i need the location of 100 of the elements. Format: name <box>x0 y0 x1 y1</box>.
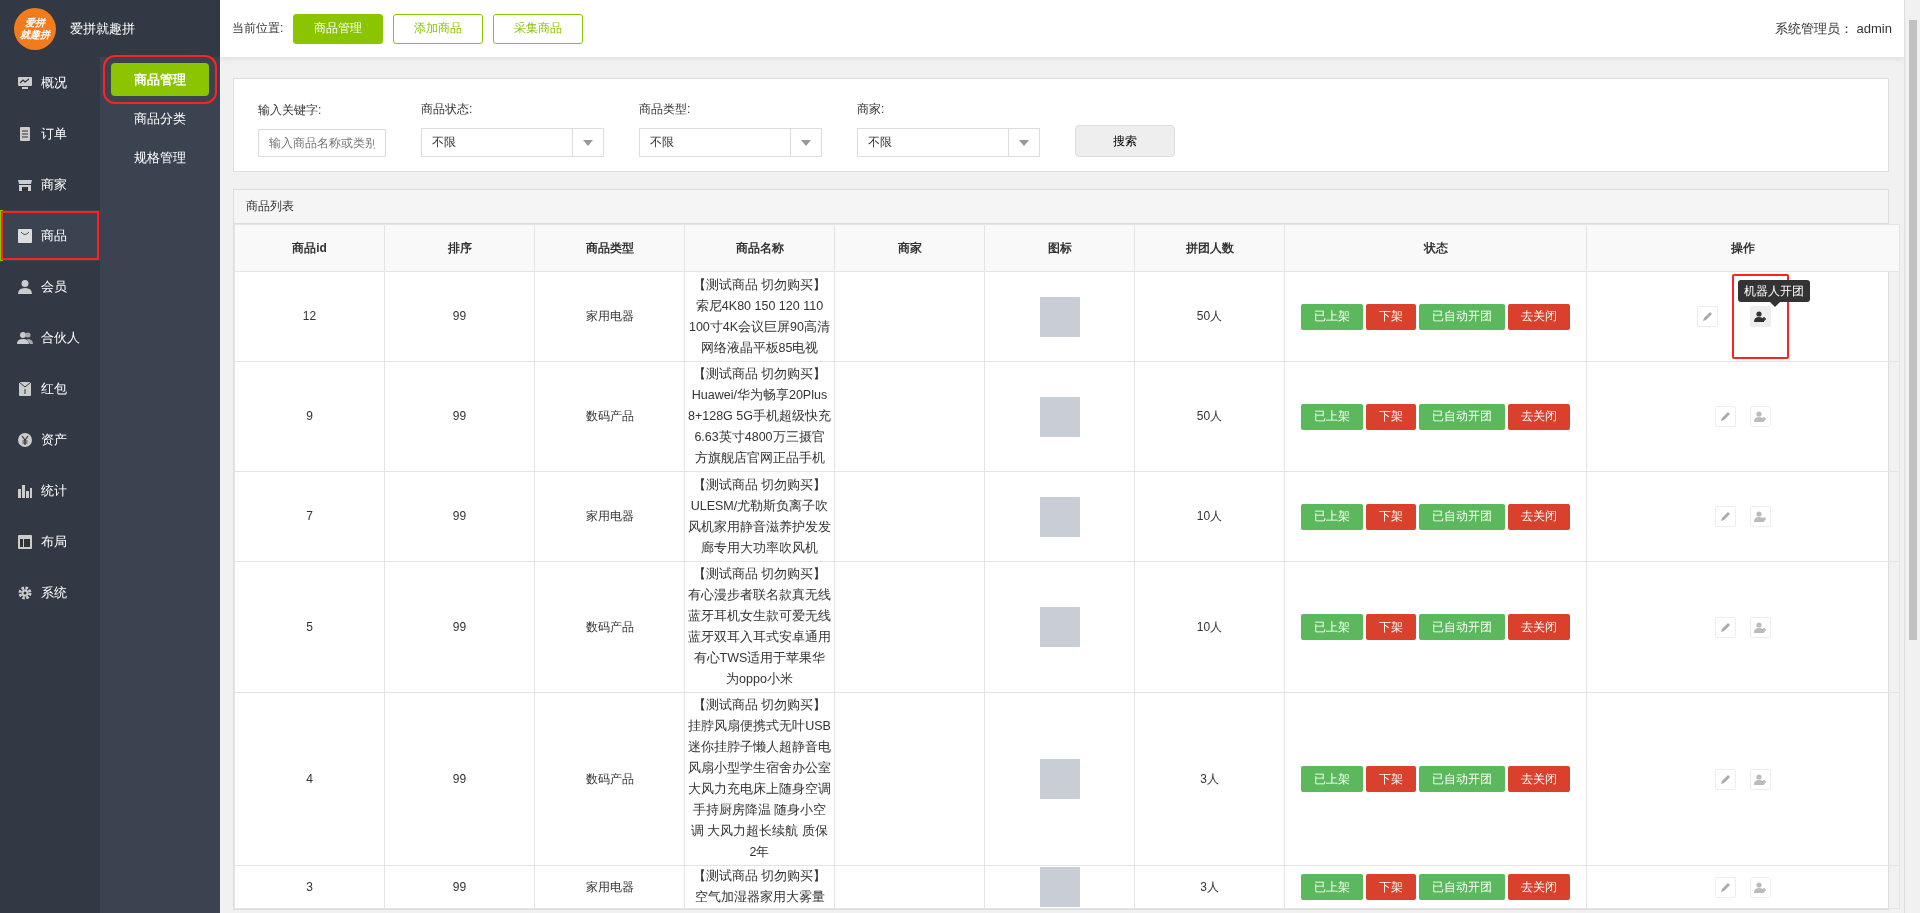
photo-placeholder <box>1039 396 1080 437</box>
brand-title: 爱拼就趣拼 <box>70 19 135 38</box>
caret-icon <box>1019 139 1029 146</box>
edit-button[interactable] <box>1715 876 1736 898</box>
nav-icon <box>17 329 33 346</box>
nav-item[interactable]: 统计 <box>0 465 100 516</box>
pencil-icon <box>1720 773 1731 785</box>
nav-item[interactable]: 概况 <box>0 57 100 108</box>
nav-item[interactable]: 资产 <box>0 414 100 465</box>
photo-placeholder <box>1039 607 1080 647</box>
column-header: 拼团人数 <box>1134 224 1285 272</box>
photo-placeholder <box>1039 296 1080 337</box>
breadcrumb-label: 当前位置: <box>232 20 284 37</box>
robot-group-button[interactable] <box>1750 306 1771 327</box>
table-cell: 数码产品 <box>534 692 685 866</box>
table-cell: 99 <box>384 471 535 562</box>
status-button[interactable]: 去关闭 <box>1508 303 1570 330</box>
nav-item[interactable]: 订单 <box>0 108 100 159</box>
nav-icon <box>17 125 33 142</box>
edit-button[interactable] <box>1715 616 1736 638</box>
edit-button[interactable] <box>1715 768 1736 790</box>
table-cell: 99 <box>384 561 535 693</box>
status-button[interactable]: 下架 <box>1366 766 1416 792</box>
status-button[interactable]: 下架 <box>1366 303 1416 330</box>
status-button[interactable]: 下架 <box>1366 503 1416 530</box>
column-header: 商家 <box>834 224 985 272</box>
table-cell: 【测试商品 切勿购买】索尼4K80 150 120 110 100寸4K会议巨屏90高清网络液晶平板85电视 <box>684 271 835 362</box>
status-button[interactable]: 去关闭 <box>1508 766 1570 792</box>
submenu-item[interactable]: 商品分类 <box>111 102 209 135</box>
table-cell: 数码产品 <box>534 561 685 693</box>
table-cell: 10人 <box>1134 561 1285 693</box>
nav-item[interactable]: 系统 <box>0 567 100 618</box>
status-button[interactable]: 去关闭 <box>1508 874 1570 900</box>
table-cell: 50人 <box>1134 361 1285 472</box>
column-header: 商品名称 <box>684 224 835 272</box>
table-cell: 99 <box>384 271 535 362</box>
nav-icon <box>17 278 33 295</box>
pencil-icon <box>1720 621 1731 633</box>
table-cell: 【测试商品 切勿购买】空气加湿器家用大雾量 <box>684 865 835 909</box>
edit-button[interactable] <box>1715 506 1736 527</box>
status-button[interactable]: 去关闭 <box>1508 503 1570 530</box>
search-button[interactable]: 搜索 <box>1075 125 1175 157</box>
add-user-icon <box>1754 511 1767 522</box>
status-button[interactable]: 已上架 <box>1301 303 1363 330</box>
status-button[interactable]: 已自动开团 <box>1419 303 1505 330</box>
nav-item[interactable]: 红包 <box>0 363 100 414</box>
status-button[interactable]: 已上架 <box>1301 403 1363 430</box>
status-button[interactable]: 去关闭 <box>1508 403 1570 430</box>
table-cell: 3人 <box>1134 692 1285 866</box>
table-cell: 99 <box>384 865 535 909</box>
nav-icon <box>17 584 33 601</box>
nav-item[interactable]: 会员 <box>0 261 100 312</box>
status-button[interactable]: 已自动开团 <box>1419 614 1505 640</box>
nav-item[interactable]: 合伙人 <box>0 312 100 363</box>
submenu-item[interactable]: 规格管理 <box>111 141 209 174</box>
photo-placeholder <box>1039 867 1080 907</box>
scrollbar[interactable] <box>1904 0 1920 913</box>
select-field[interactable]: 不限 <box>639 128 822 157</box>
status-button[interactable]: 去关闭 <box>1508 614 1570 640</box>
status-button[interactable]: 已自动开团 <box>1419 503 1505 530</box>
add-user-icon <box>1754 311 1767 322</box>
status-button[interactable]: 下架 <box>1366 874 1416 900</box>
user-label: 系统管理员： admin <box>1774 19 1892 38</box>
add-user-icon <box>1754 881 1767 893</box>
table-cell: 9 <box>234 361 385 472</box>
pencil-icon <box>1720 511 1731 522</box>
select-field[interactable]: 不限 <box>421 128 604 157</box>
nav-icon <box>17 482 33 499</box>
nav-item[interactable]: 布局 <box>0 516 100 567</box>
column-header: 图标 <box>984 224 1135 272</box>
nav-item[interactable]: 商品 <box>0 210 100 261</box>
brand-logo: 爱拼 就趣拼 <box>14 7 56 50</box>
status-button[interactable]: 已自动开团 <box>1419 874 1505 900</box>
pencil-icon <box>1720 881 1731 893</box>
status-button[interactable]: 下架 <box>1366 403 1416 430</box>
table-cell: 3人 <box>1134 865 1285 909</box>
field-label: 输入关键字: <box>258 102 323 119</box>
table-cell: 50人 <box>1134 271 1285 362</box>
status-button[interactable]: 下架 <box>1366 614 1416 640</box>
pencil-icon <box>1702 311 1713 322</box>
status-button[interactable]: 已自动开团 <box>1419 403 1505 430</box>
status-button[interactable]: 已上架 <box>1301 503 1363 530</box>
table-cell: 家用电器 <box>534 271 685 362</box>
select-field[interactable]: 不限 <box>857 128 1040 157</box>
field-label: 商品状态: <box>421 101 474 118</box>
add-user-icon <box>1754 411 1767 422</box>
caret-icon <box>583 139 593 146</box>
status-button[interactable]: 已上架 <box>1301 874 1363 900</box>
edit-button[interactable] <box>1715 406 1736 427</box>
status-button[interactable]: 已上架 <box>1301 614 1363 640</box>
table-cell: 4 <box>234 692 385 866</box>
add-user-icon <box>1754 773 1767 785</box>
nav-icon <box>17 227 33 244</box>
nav-item[interactable]: 商家 <box>0 159 100 210</box>
table-cell: 数码产品 <box>534 361 685 472</box>
status-button[interactable]: 已上架 <box>1301 766 1363 792</box>
table-cell: 【测试商品 切勿购买】ULESM/尤勒斯负离子吹风机家用静音滋养护发发廊专用大功率吹风机 <box>684 471 835 562</box>
edit-button[interactable] <box>1697 306 1718 327</box>
status-button[interactable]: 已自动开团 <box>1419 766 1505 792</box>
table-cell: 99 <box>384 692 535 866</box>
